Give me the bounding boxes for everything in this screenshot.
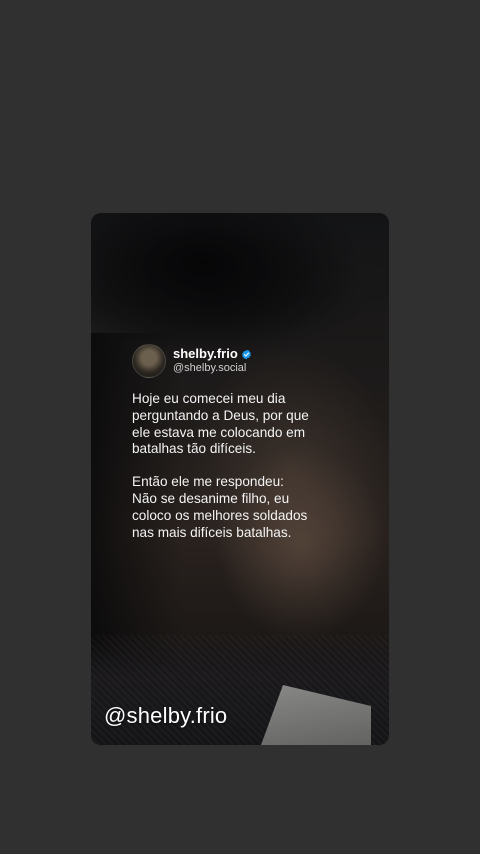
avatar[interactable] xyxy=(132,344,166,378)
tweet-paragraph: Hoje eu comecei meu dia perguntando a De… xyxy=(132,391,309,457)
tweet-paragraph: Então ele me respondeu: Não se desanime … xyxy=(132,474,308,540)
tweet-header: shelby.frio @shelby.social xyxy=(132,344,372,378)
tweet-card: shelby.frio @shelby.social Hoje eu comec… xyxy=(132,344,372,541)
handle[interactable]: @shelby.social xyxy=(173,362,252,375)
story-card[interactable]: shelby.frio @shelby.social Hoje eu comec… xyxy=(91,213,389,745)
tweet-text: Hoje eu comecei meu dia perguntando a De… xyxy=(132,391,372,541)
verified-badge-icon xyxy=(241,349,251,360)
watermark-handle: @shelby.frio xyxy=(104,703,228,728)
display-name[interactable]: shelby.frio xyxy=(173,347,238,361)
story-viewer: shelby.frio @shelby.social Hoje eu comec… xyxy=(0,0,480,854)
